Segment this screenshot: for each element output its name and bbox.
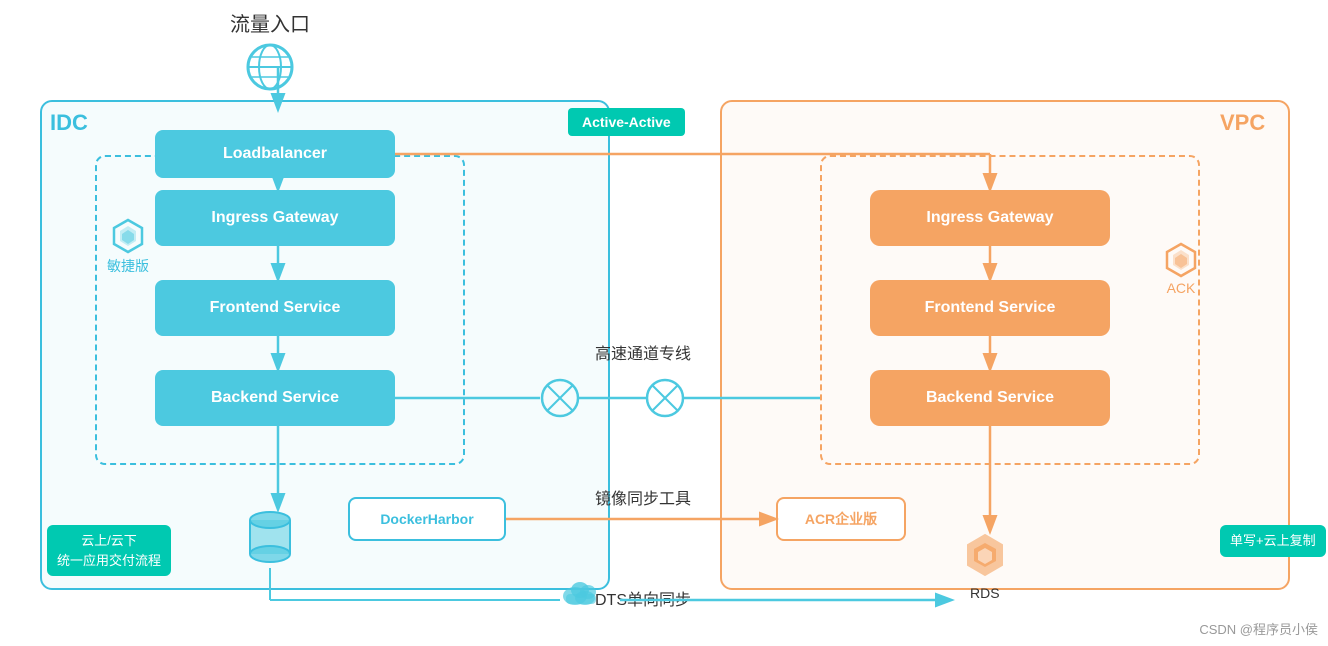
dts-cloud-icon (560, 574, 600, 606)
write-replica-tag: 单写+云上复制 (1220, 525, 1326, 557)
active-active-badge: Active-Active (568, 108, 685, 136)
vpc-ingress-box: Ingress Gateway (870, 190, 1110, 246)
cloud-delivery-tag: 云上/云下 统一应用交付流程 (47, 525, 171, 576)
docker-harbor-box: DockerHarbor (348, 497, 506, 541)
ack-label: ACK (1163, 242, 1199, 296)
traffic-entry: 流量入口 (230, 8, 310, 93)
vpc-label: VPC (1220, 110, 1265, 136)
idc-backend-box: Backend Service (155, 370, 395, 426)
loadbalancer-box: Loadbalancer (155, 130, 395, 178)
watermark: CSDN @程序员小侯 (1199, 619, 1318, 638)
agile-hex-icon (110, 218, 146, 254)
rds-label: RDS (970, 585, 1000, 601)
acr-box: ACR企业版 (776, 497, 906, 541)
dts-sync-label: DTS单向同步 (595, 586, 691, 610)
agile-label: 敏捷版 (107, 218, 149, 276)
express-line-label: 高速通道专线 (595, 340, 691, 364)
mirror-sync-label: 镜像同步工具 (595, 485, 691, 509)
idc-frontend-box: Frontend Service (155, 280, 395, 336)
traffic-label: 流量入口 (230, 8, 310, 37)
idc-label: IDC (50, 110, 88, 136)
vpc-frontend-box: Frontend Service (870, 280, 1110, 336)
diagram-container: IDC VPC 流量入口 Active-Active Loadbalancer … (0, 0, 1328, 646)
idc-ingress-box: Ingress Gateway (155, 190, 395, 246)
rds-icon (960, 530, 1010, 580)
database-icon (245, 508, 295, 568)
vpc-backend-box: Backend Service (870, 370, 1110, 426)
ack-hex-icon (1163, 242, 1199, 278)
globe-icon (244, 41, 296, 93)
